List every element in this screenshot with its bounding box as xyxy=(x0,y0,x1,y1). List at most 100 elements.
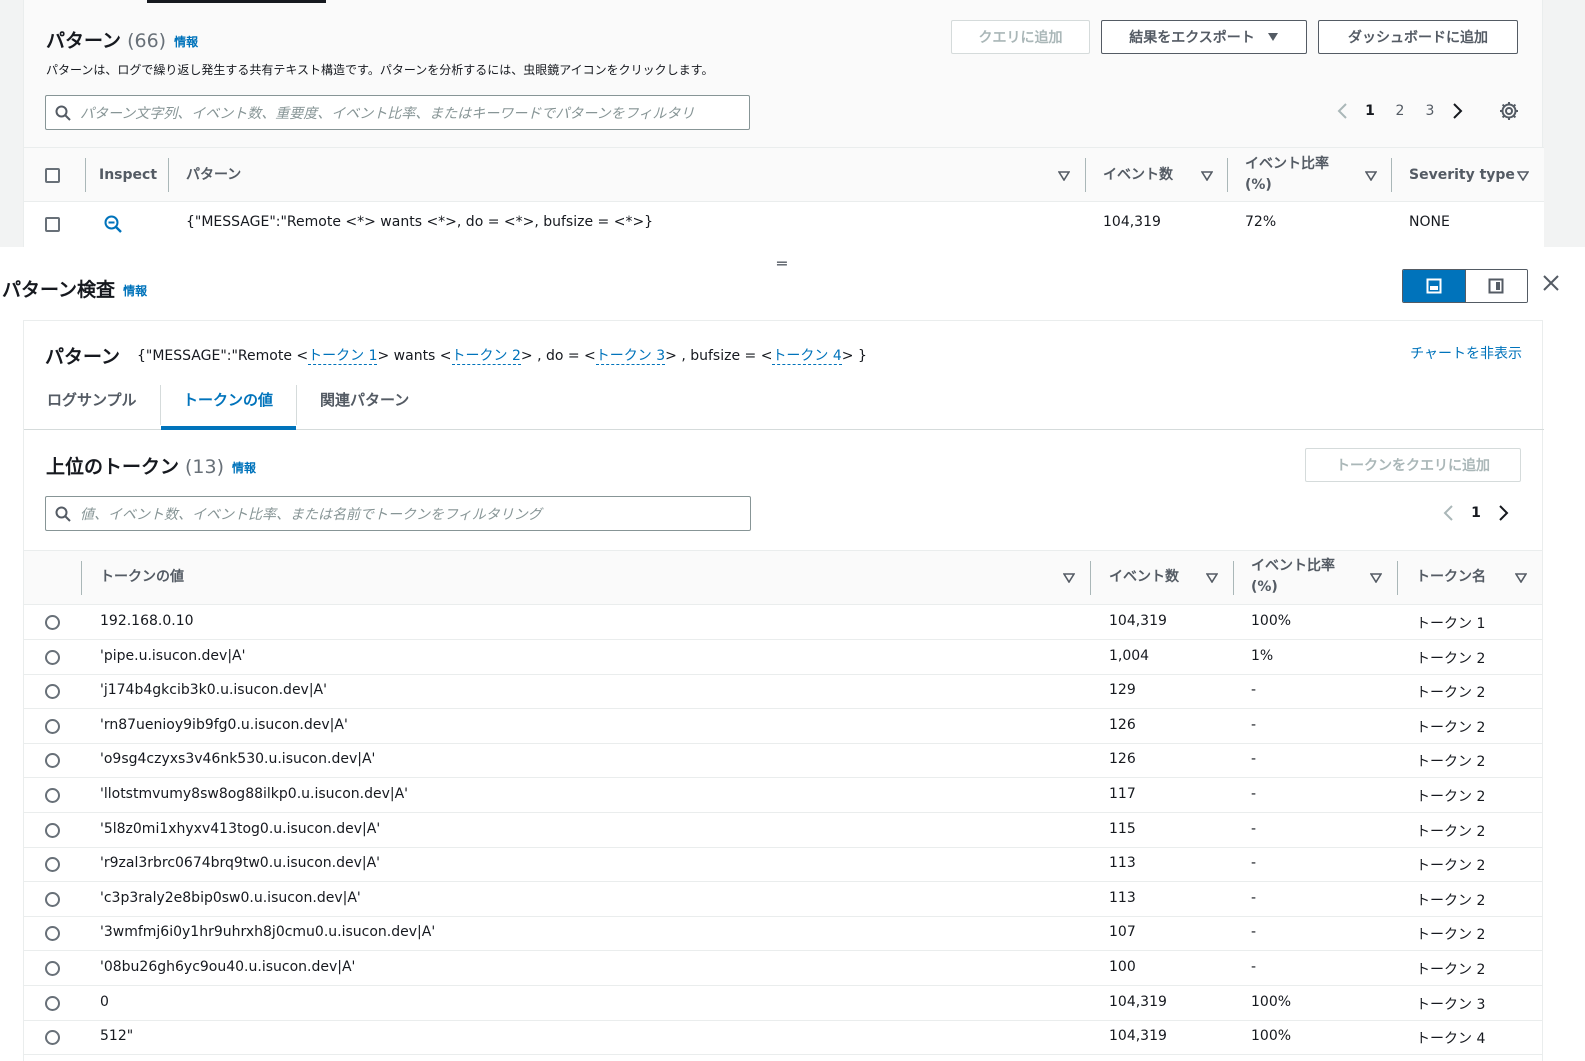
gear-icon[interactable] xyxy=(1499,101,1519,121)
token-value-cell: '5l8z0mi1xhyxv413tog0.u.isucon.dev|A' xyxy=(100,820,381,837)
table-row[interactable]: '3wmfmj6i0y1hr9uhrxh8j0cmu0.u.isucon.dev… xyxy=(24,916,1542,952)
page-3[interactable]: 3 xyxy=(1415,103,1445,119)
column-severity[interactable]: Severity type xyxy=(1409,165,1515,186)
token-value-cell: '3wmfmj6i0y1hr9uhrxh8j0cmu0.u.isucon.dev… xyxy=(100,924,436,941)
row-radio[interactable] xyxy=(45,718,60,734)
table-row[interactable]: 192.168.0.10 104,319 100% トークン 1 xyxy=(24,605,1542,640)
token-2-link[interactable]: トークン 2 xyxy=(451,348,521,365)
sort-icon[interactable] xyxy=(1058,171,1070,181)
chevron-right-icon[interactable] xyxy=(1445,101,1469,121)
token-4-link[interactable]: トークン 4 xyxy=(772,348,842,365)
row-radio[interactable] xyxy=(45,891,60,907)
column-divider xyxy=(168,158,169,192)
token-filter-placeholder: 値、イベント数、イベント比率、または名前でトークンをフィルタリング xyxy=(80,506,542,523)
patterns-title: パターン xyxy=(46,30,122,52)
close-icon[interactable] xyxy=(1541,273,1561,293)
token-3-link[interactable]: トークン 3 xyxy=(595,348,666,365)
row-radio[interactable] xyxy=(45,857,60,873)
sort-icon[interactable] xyxy=(1370,573,1382,583)
column-divider xyxy=(85,158,86,192)
token-1-link[interactable]: トークン 1 xyxy=(308,348,378,365)
sort-icon[interactable] xyxy=(1201,171,1213,181)
token-ratio-cell: 100% xyxy=(1251,993,1292,1010)
table-row[interactable]: 'j174b4gkcib3k0.u.isucon.dev|A' 129 - トークン … xyxy=(24,674,1542,710)
chevron-right-icon[interactable] xyxy=(1491,503,1515,523)
column-events[interactable]: イベント数 xyxy=(1103,165,1173,186)
severity-cell: NONE xyxy=(1409,214,1450,230)
row-radio[interactable] xyxy=(45,753,60,769)
side-panel-view-button[interactable] xyxy=(1464,270,1527,302)
column-token-ratio[interactable]: イベント比率 (%) xyxy=(1251,556,1335,598)
table-row[interactable]: '5l8z0mi1xhyxv413tog0.u.isucon.dev|A' 115… xyxy=(24,813,1542,848)
table-row[interactable]: 'pipe.u.isucon.dev|A' 1,004 1% トークン 2 xyxy=(24,640,1542,675)
add-token-to-query-button[interactable]: トークンをクエリに追加 xyxy=(1305,448,1521,482)
token-value-cell: 'pipe.u.isucon.dev|A' xyxy=(100,647,246,664)
table-row[interactable]: 'llotstmvumy8sw8og88ilkp0.u.isucon.dev|A… xyxy=(24,778,1542,813)
table-row[interactable]: 'c3p3raly2e8bip0sw0.u.isucon.dev|A' 113 - ト… xyxy=(24,882,1542,917)
inspect-title: パターン検査 xyxy=(2,279,116,301)
table-row[interactable]: 'rn87uenioy9ib9fg0.u.isucon.dev|A' 126 - トー… xyxy=(24,709,1542,744)
row-radio[interactable] xyxy=(45,961,60,976)
select-all-checkbox[interactable] xyxy=(45,168,60,183)
row-radio[interactable] xyxy=(45,1030,60,1046)
row-checkbox[interactable] xyxy=(45,217,60,232)
column-token-name[interactable]: トークン名 xyxy=(1416,567,1486,588)
chevron-left-icon[interactable] xyxy=(1437,503,1461,523)
search-icon xyxy=(55,105,71,121)
pattern-text-part: > , do = < xyxy=(520,348,596,364)
inspect-info-link[interactable]: 情報 xyxy=(123,284,147,298)
sort-icon[interactable] xyxy=(1517,171,1529,181)
row-radio[interactable] xyxy=(45,615,60,630)
sort-icon[interactable] xyxy=(1063,573,1075,583)
top-tokens-info-link[interactable]: 情報 xyxy=(232,461,256,475)
zoom-in-icon[interactable] xyxy=(104,215,122,233)
table-row[interactable]: '08bu26gh6yc9ou40.u.isucon.dev|A' 100 - トーク… xyxy=(24,951,1542,986)
tab-related-patterns[interactable]: 関連パターン xyxy=(320,389,409,410)
table-row[interactable]: 'r9zal3rbrc0674brq9tw0.u.isucon.dev|A' 11… xyxy=(24,847,1542,883)
row-radio[interactable] xyxy=(45,788,60,803)
column-token-events[interactable]: イベント数 xyxy=(1109,567,1179,588)
page-1[interactable]: 1 xyxy=(1461,505,1491,521)
patterns-info-link[interactable]: 情報 xyxy=(174,35,198,49)
patterns-panel: パターン (66) 情報 パターンは、ログで繰り返し発生する共有テキスト構造です。パ… xyxy=(23,0,1544,247)
token-events-cell: 126 xyxy=(1109,716,1136,733)
column-event-ratio[interactable]: イベント比率 (%) xyxy=(1245,154,1329,196)
add-to-dashboard-button[interactable]: ダッシュボードに追加 xyxy=(1318,20,1518,54)
token-name-cell: トークン 2 xyxy=(1416,858,1486,875)
bottom-panel-view-button[interactable] xyxy=(1403,270,1465,302)
row-radio[interactable] xyxy=(45,822,60,838)
row-radio[interactable] xyxy=(45,649,60,665)
table-row[interactable]: 512" 104,319 100% トークン 4 xyxy=(24,1020,1542,1056)
column-token-value[interactable]: トークンの値 xyxy=(100,567,184,588)
column-pattern[interactable]: パターン xyxy=(186,165,241,186)
sort-icon[interactable] xyxy=(1515,573,1527,583)
add-to-query-button[interactable]: クエリに追加 xyxy=(951,20,1090,54)
inspect-header: パターン検査 情報 xyxy=(2,275,147,302)
sort-icon[interactable] xyxy=(1365,171,1377,181)
token-name-cell: トークン 2 xyxy=(1416,962,1486,978)
sort-icon[interactable] xyxy=(1206,573,1218,583)
resize-handle[interactable]: ═ xyxy=(777,254,787,273)
token-events-cell: 1,004 xyxy=(1109,647,1150,664)
token-name-cell: トークン 2 xyxy=(1416,892,1486,909)
tab-token-values[interactable]: トークンの値 xyxy=(183,389,273,410)
row-radio[interactable] xyxy=(45,684,60,700)
top-tokens-header: 上位のトークン (13) 情報 xyxy=(46,452,256,479)
token-filter-input[interactable]: 値、イベント数、イベント比率、または名前でトークンをフィルタリング xyxy=(45,496,751,531)
table-row[interactable]: 'o9sg4czyxs3v46nk530.u.isucon.dev|A' 126 -… xyxy=(24,743,1542,779)
ratio-cell: 72% xyxy=(1245,214,1277,230)
row-radio[interactable] xyxy=(45,995,60,1011)
token-events-cell: 126 xyxy=(1109,751,1136,768)
table-row[interactable]: 0 104,319 100% トークン 3 xyxy=(24,986,1542,1021)
tab-log-samples[interactable]: ログサンプル xyxy=(47,389,137,410)
chevron-left-icon[interactable] xyxy=(1331,101,1355,121)
panel-bottom-icon xyxy=(1426,278,1442,294)
hide-chart-link[interactable]: チャートを非表示 xyxy=(1410,343,1522,363)
export-results-button[interactable]: 結果をエクスポート xyxy=(1101,20,1307,54)
column-event-ratio-line1: イベント比率 xyxy=(1245,156,1329,172)
page-2[interactable]: 2 xyxy=(1385,103,1415,119)
page-1[interactable]: 1 xyxy=(1355,103,1385,119)
pattern-filter-input[interactable]: パターン文字列、イベント数、重要度、イベント比率、またはキーワードでパターンをフ… xyxy=(45,95,750,130)
token-name-cell: トークン 2 xyxy=(1416,650,1486,667)
row-radio[interactable] xyxy=(45,926,60,942)
